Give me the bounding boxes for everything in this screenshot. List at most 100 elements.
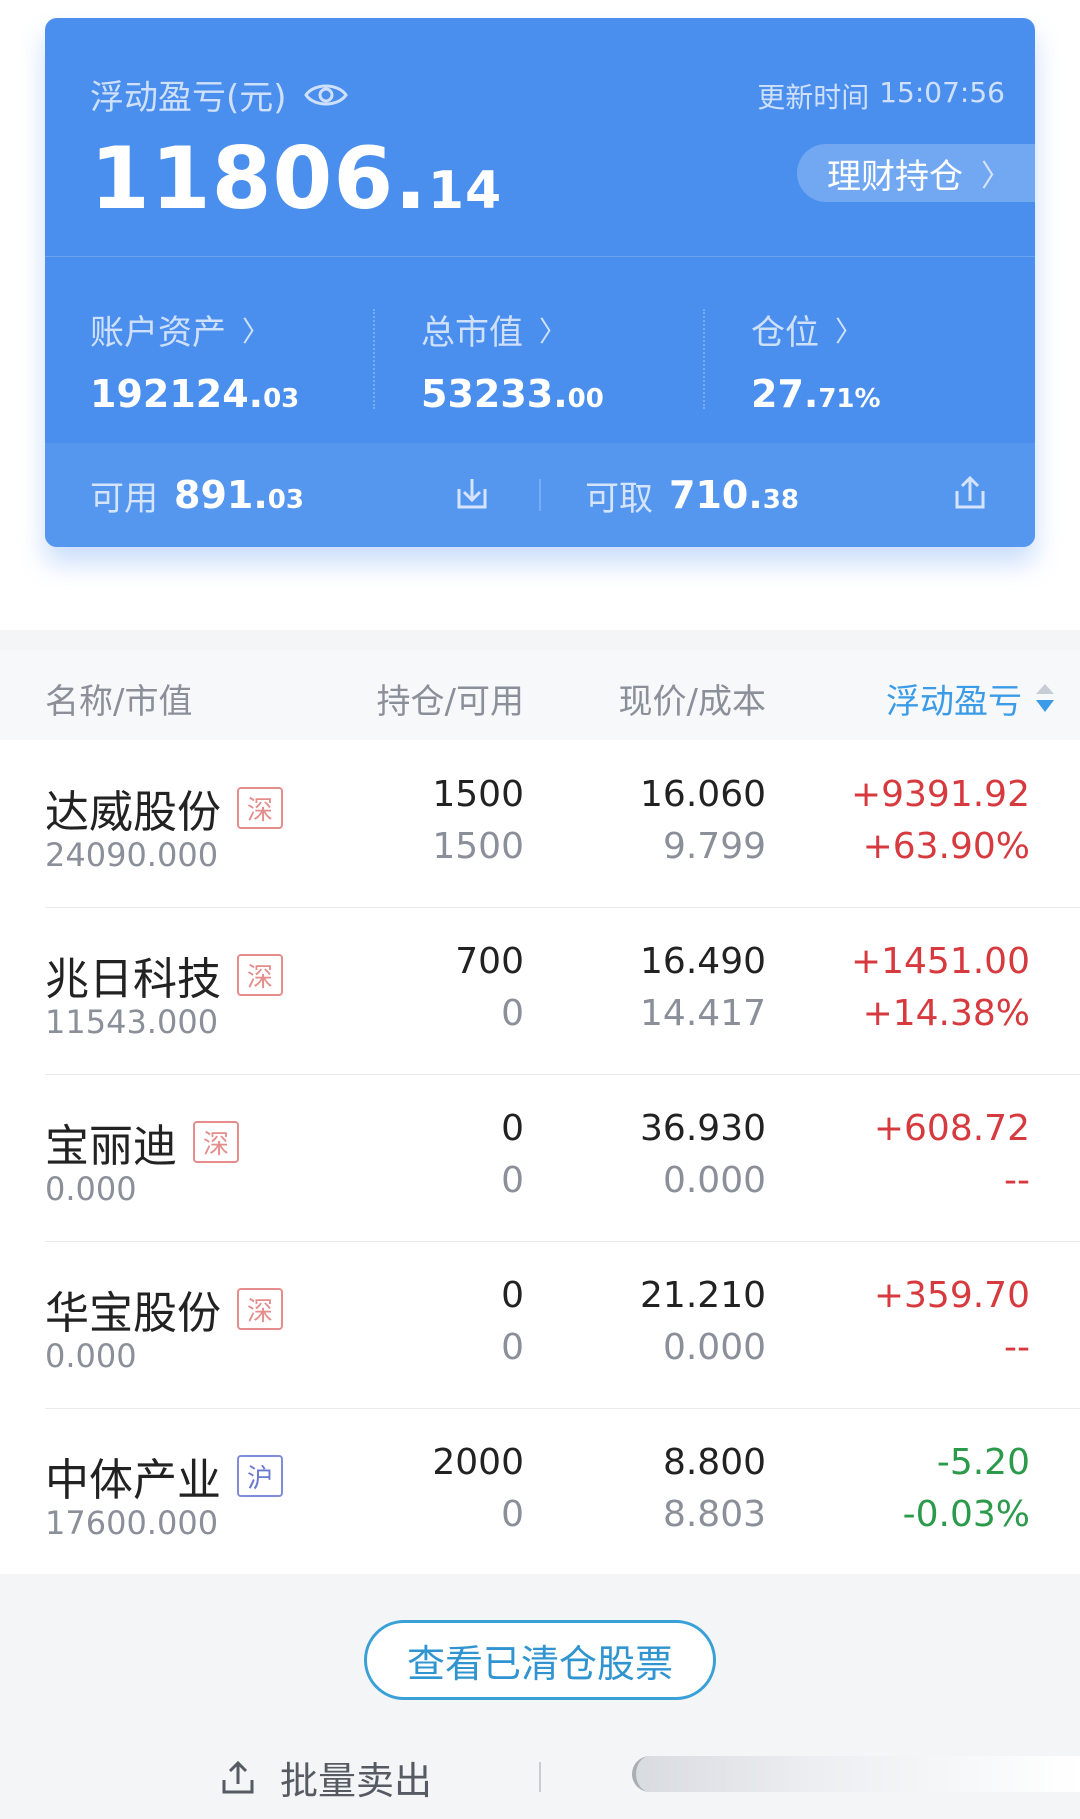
current-price: 36.930 xyxy=(640,1108,766,1149)
wealth-holdings-button[interactable]: 理财持仓 〉 xyxy=(797,144,1035,202)
metric-label: 账户资产 xyxy=(90,313,226,353)
available-qty: 0 xyxy=(501,1494,524,1535)
header-position: 持仓/可用 xyxy=(376,682,524,722)
pnl-percent: -- xyxy=(1004,1327,1030,1368)
floating-pnl: +1451.00 xyxy=(850,941,1030,982)
table-row[interactable]: 宝丽迪深 0.000 0 0 36.930 0.000 +608.72 -- xyxy=(0,1074,1080,1241)
market-value: 0.000 xyxy=(45,1170,137,1208)
available-qty: 1500 xyxy=(432,826,524,867)
available-value-dec: 03 xyxy=(267,485,304,515)
current-price: 16.060 xyxy=(640,774,766,815)
update-time: 更新时间 15:07:56 xyxy=(757,76,1005,116)
account-summary-card: 浮动盈亏(元) 更新时间 15:07:56 11806.14 理财持仓 〉 账户… xyxy=(45,18,1035,547)
cash-row: 可用 891.03 可取 710.38 xyxy=(45,443,1035,547)
chevron-right-icon: 〉 xyxy=(981,159,1011,194)
pnl-percent: +63.90% xyxy=(862,826,1030,867)
withdrawable-cash: 可取 710.38 xyxy=(585,443,799,547)
metric-label: 总市值 xyxy=(421,313,523,353)
upload-icon[interactable] xyxy=(949,473,991,515)
stock-name: 华宝股份 xyxy=(45,1288,221,1339)
metric-value-int: 53233. xyxy=(421,372,568,416)
metric-value-int: 27. xyxy=(751,372,819,416)
available-qty: 0 xyxy=(501,993,524,1034)
section-gap xyxy=(0,630,1080,650)
header-pnl-sort[interactable]: 浮动盈亏 xyxy=(886,674,1054,723)
wealth-holdings-label: 理财持仓 xyxy=(827,156,963,197)
metrics-row: 账户资产〉 192124.03 总市值〉 53233.00 仓位〉 27.71% xyxy=(45,257,1035,443)
header-price: 现价/成本 xyxy=(618,682,766,722)
market-value: 24090.000 xyxy=(45,836,219,874)
chevron-right-icon: 〉 xyxy=(835,314,864,348)
cost-price: 0.000 xyxy=(662,1160,766,1201)
pnl-value-int: 11806. xyxy=(90,129,428,229)
chevron-right-icon: 〉 xyxy=(539,314,568,348)
market-value: 17600.000 xyxy=(45,1504,219,1542)
available-value-int: 891. xyxy=(174,473,268,517)
download-icon[interactable] xyxy=(451,473,493,515)
eye-icon[interactable] xyxy=(303,80,349,110)
market-tag: 深 xyxy=(193,1121,239,1163)
sort-icon xyxy=(1036,683,1054,712)
available-cash: 可用 891.03 xyxy=(90,443,304,547)
current-price: 21.210 xyxy=(640,1275,766,1316)
floating-pnl: +359.70 xyxy=(873,1275,1030,1316)
metric-label: 仓位 xyxy=(751,313,819,353)
available-label: 可用 xyxy=(90,478,158,519)
available-qty: 0 xyxy=(501,1327,524,1368)
cost-price: 0.000 xyxy=(662,1327,766,1368)
current-price: 8.800 xyxy=(662,1442,766,1483)
floating-pnl: -5.20 xyxy=(936,1442,1030,1483)
holding-qty: 0 xyxy=(501,1275,524,1316)
metric-value-int: 192124. xyxy=(90,372,264,416)
floating-pnl: +608.72 xyxy=(873,1108,1030,1149)
divider xyxy=(703,309,705,409)
holding-qty: 2000 xyxy=(432,1442,524,1483)
metric-value-dec: 00 xyxy=(567,384,604,414)
floating-pnl: +9391.92 xyxy=(850,774,1030,815)
cost-price: 9.799 xyxy=(662,826,766,867)
pnl-value-dec: 14 xyxy=(427,161,503,221)
divider xyxy=(373,309,375,409)
stock-name: 兆日科技 xyxy=(45,954,221,1005)
metric-value-dec: 03 xyxy=(263,384,300,414)
metric-market-value[interactable]: 总市值〉 53233.00 xyxy=(421,305,721,416)
update-time-value: 15:07:56 xyxy=(879,76,1005,109)
market-tag: 深 xyxy=(237,787,283,829)
pnl-value: 11806.14 xyxy=(90,136,502,222)
cost-price: 8.803 xyxy=(662,1494,766,1535)
pnl-percent: -- xyxy=(1004,1160,1030,1201)
market-value: 0.000 xyxy=(45,1337,137,1375)
pnl-label-group: 浮动盈亏(元) xyxy=(90,70,349,119)
stock-name: 中体产业 xyxy=(45,1455,221,1506)
cost-price: 14.417 xyxy=(640,993,766,1034)
table-row[interactable]: 达威股份深 24090.000 1500 1500 16.060 9.799 +… xyxy=(0,740,1080,907)
market-tag: 深 xyxy=(237,954,283,996)
pnl-section: 浮动盈亏(元) 更新时间 15:07:56 11806.14 理财持仓 〉 xyxy=(45,18,1035,256)
batch-sell-button[interactable]: 批量卖出 xyxy=(218,1750,432,1805)
chevron-right-icon: 〉 xyxy=(242,314,271,348)
export-icon xyxy=(222,1760,254,1793)
withdrawable-value-dec: 38 xyxy=(762,485,799,515)
footer-action-handle[interactable] xyxy=(632,1756,1080,1792)
table-row[interactable]: 中体产业沪 17600.000 2000 0 8.800 8.803 -5.20… xyxy=(0,1408,1080,1575)
market-tag: 沪 xyxy=(237,1455,283,1497)
table-row[interactable]: 兆日科技深 11543.000 700 0 16.490 14.417 +145… xyxy=(0,907,1080,1074)
holding-qty: 700 xyxy=(455,941,524,982)
pnl-label: 浮动盈亏(元) xyxy=(90,78,287,118)
metric-position-ratio[interactable]: 仓位〉 27.71% xyxy=(751,305,1035,416)
header-name: 名称/市值 xyxy=(45,682,193,722)
view-cleared-stocks-button[interactable]: 查看已清仓股票 xyxy=(364,1620,716,1700)
pnl-percent: +14.38% xyxy=(862,993,1030,1034)
holding-qty: 0 xyxy=(501,1108,524,1149)
holdings-list: 达威股份深 24090.000 1500 1500 16.060 9.799 +… xyxy=(0,740,1080,1575)
footer: 查看已清仓股票 批量卖出 xyxy=(0,1574,1080,1819)
metric-value-dec: 71% xyxy=(818,384,881,414)
holding-qty: 1500 xyxy=(432,774,524,815)
stock-name: 达威股份 xyxy=(45,787,221,838)
header-pnl: 浮动盈亏 xyxy=(886,682,1022,722)
batch-sell-label: 批量卖出 xyxy=(280,1759,433,1803)
stock-name: 宝丽迪 xyxy=(45,1121,177,1172)
table-row[interactable]: 华宝股份深 0.000 0 0 21.210 0.000 +359.70 -- xyxy=(0,1241,1080,1408)
table-header: 名称/市值 持仓/可用 现价/成本 浮动盈亏 xyxy=(0,650,1080,740)
metric-account-assets[interactable]: 账户资产〉 192124.03 xyxy=(90,305,390,416)
